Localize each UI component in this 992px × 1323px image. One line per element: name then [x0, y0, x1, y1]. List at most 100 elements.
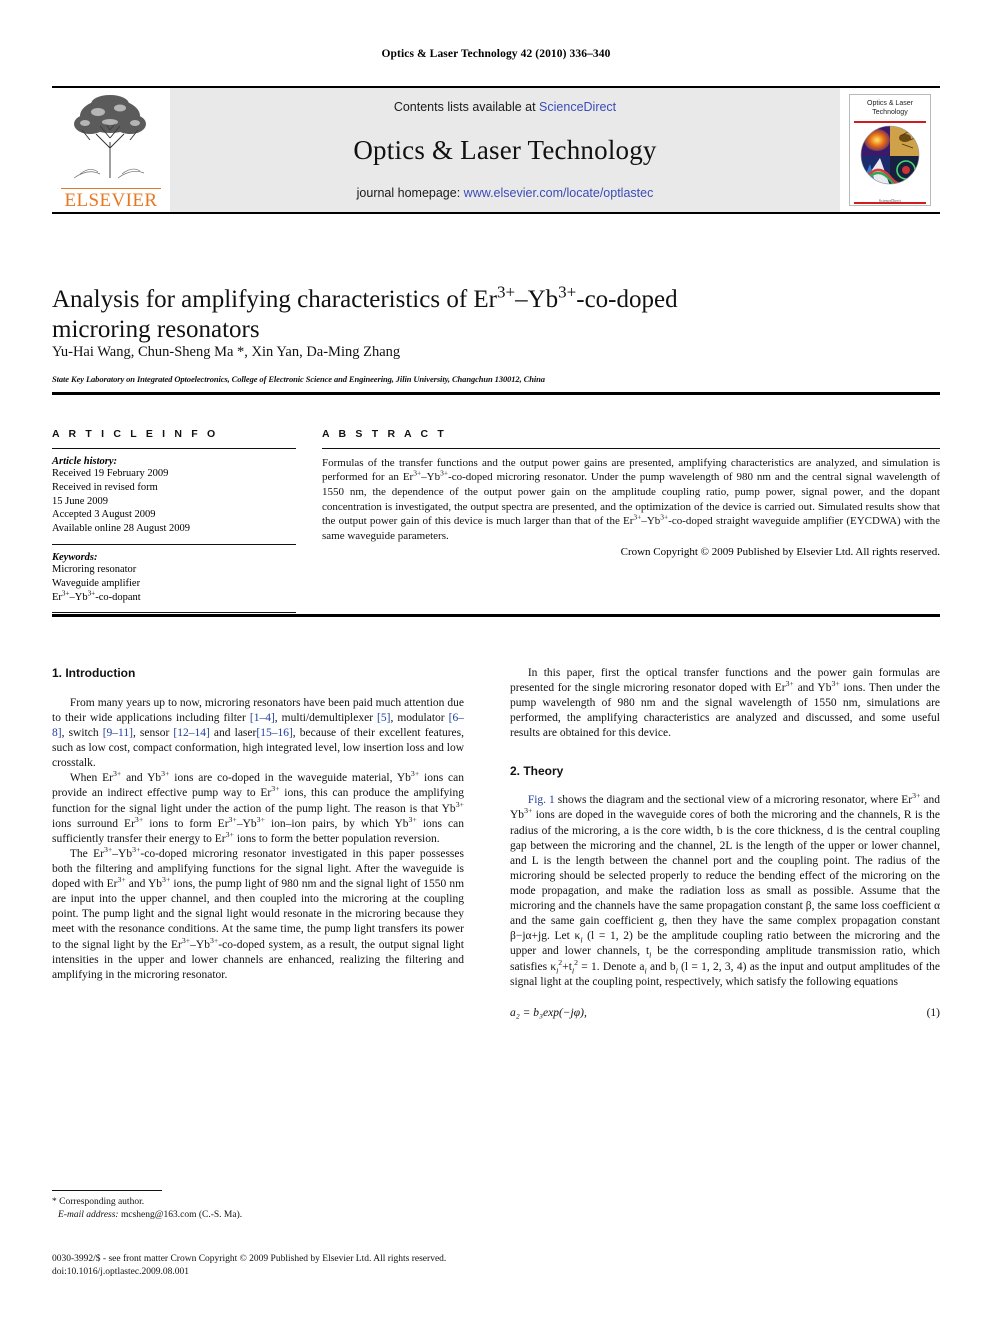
cover-rule-bottom — [854, 202, 926, 204]
title-line-2: microring resonators — [52, 316, 260, 344]
sub-l: l — [556, 965, 559, 975]
paper-page: Optics & Laser Technology 42 (2010) 336–… — [0, 0, 992, 1323]
tp1-h: and b — [646, 960, 676, 973]
page-title: Analysis for amplifying characteristics … — [52, 282, 752, 346]
intro-paragraph-2: When Er 3+ and Yb 3+ ions are co-doped in … — [52, 770, 464, 847]
elsevier-rule — [61, 188, 161, 189]
rule-below-affiliation — [52, 392, 940, 395]
section-heading-theory: 2. Theory — [510, 763, 564, 778]
citation-link[interactable]: [12–14] — [173, 727, 209, 739]
keywords-rule-top — [52, 544, 296, 545]
journal-homepage-line: journal homepage: www.elsevier.com/locat… — [357, 186, 654, 200]
p3-a: The Er — [69, 847, 104, 860]
theory-paragraph-1: Fig. 1 shows the diagram and the section… — [510, 792, 940, 989]
sup-3plus: 3+ — [225, 829, 234, 839]
history-item: Accepted 3 August 2009 — [52, 509, 156, 521]
keyword-item: Microring resonator — [52, 563, 137, 575]
p2-h: –Yb — [236, 817, 257, 830]
p3-d: and Yb — [125, 878, 163, 891]
journal-title: Optics & Laser Technology — [353, 134, 657, 165]
abstract-text: Formulas of the transfer functions and t… — [322, 456, 940, 544]
sub-l: l — [571, 965, 575, 975]
history-item: 15 June 2009 — [52, 495, 108, 507]
p2-f: ions surround Er — [52, 817, 135, 830]
elsevier-tree-icon — [73, 95, 146, 179]
homepage-prefix: journal homepage: — [356, 186, 464, 200]
p2-k: ions to form the better population rever… — [233, 832, 440, 845]
abstract-copyright: Crown Copyright © 2009 Published by Else… — [620, 545, 940, 558]
abstract-heading: A B S T R A C T — [322, 428, 447, 440]
article-info-heading: A R T I C L E I N F O — [52, 428, 219, 440]
sup-3plus: 3+ — [181, 935, 191, 945]
sup-3plus: 3+ — [785, 679, 794, 689]
sup-3plus: 3+ — [271, 784, 280, 794]
p1-c: , modulator — [390, 711, 449, 724]
cover-frame: Optics & Laser Technology ScienceDirect — [849, 94, 931, 206]
p1-d: , switch — [61, 726, 103, 739]
abs-sup-1: 3+ — [413, 468, 422, 478]
affiliation: State Key Laboratory on Integrated Optoe… — [52, 374, 545, 384]
sup-3plus: 3+ — [455, 799, 464, 809]
keyword-item: Er3+–Yb3+-co-dopant — [52, 589, 296, 605]
cover-artwork — [860, 125, 920, 184]
footnote-block: * Corresponding author. E-mail address: … — [52, 1190, 464, 1221]
imprint-block: 0030-3992/$ - see front matter Crown Cop… — [52, 1253, 692, 1280]
imprint-line-2: doi:10.1016/j.optlastec.2009.08.001 — [52, 1267, 189, 1278]
section-heading-introduction: 1. Introduction — [52, 666, 136, 680]
article-history-label: Article history: — [52, 455, 118, 467]
body-column-left: 1. Introduction From many years up to no… — [52, 666, 464, 983]
sup-3plus: 3+ — [117, 875, 126, 885]
equation-1: a₂ = b₃exp(−jφ), (1) — [510, 1006, 940, 1021]
email-address[interactable]: mcsheng@163.com (C.-S. Ma). — [119, 1210, 242, 1220]
abs-part-2: –Yb — [421, 471, 441, 484]
cover-title: Optics & Laser Technology — [867, 100, 913, 116]
contents-prefix: Contents lists available at — [393, 100, 540, 114]
intro-paragraph-1: From many years up to now, microring res… — [52, 696, 464, 772]
journal-cover-thumbnail: Optics & Laser Technology ScienceDirect — [840, 88, 940, 212]
sup-3plus: 3+ — [134, 814, 144, 824]
title-sup-yb: 3+ — [558, 282, 577, 302]
p1-e: , sensor — [132, 726, 174, 739]
abstract-column: A B S T R A C T Formulas of the transfer… — [322, 428, 940, 559]
figure-reference-link[interactable]: Fig. 1 — [528, 794, 555, 806]
keywords-label: Keywords: — [52, 551, 98, 563]
right-paragraph-1: In this paper, first the optical transfe… — [510, 666, 940, 742]
author-list: Yu-Hai Wang, Chun-Sheng Ma *, Xin Yan, D… — [52, 344, 401, 360]
p3-f: –Yb — [190, 938, 210, 951]
title-part-2: –Yb — [515, 285, 559, 313]
citation-link[interactable]: [1–4] — [250, 712, 275, 724]
title-part-1: Analysis for amplifying characteristics … — [52, 285, 497, 313]
history-item: Available online 28 August 2009 — [52, 523, 191, 535]
citation-link[interactable]: [5] — [377, 712, 390, 724]
email-note: E-mail address: mcsheng@163.com (C.-S. M… — [52, 1209, 464, 1222]
elsevier-wordmark: ELSEVIER — [64, 190, 158, 211]
tp1-a: shows the diagram and the sectional view… — [554, 794, 913, 807]
journal-homepage-link[interactable]: www.elsevier.com/locate/optlastec — [464, 186, 654, 200]
sciencedirect-link[interactable]: ScienceDirect — [539, 100, 616, 114]
footnote-rule — [52, 1190, 162, 1191]
journal-masthead: ELSEVIER Contents lists available at Sci… — [52, 86, 940, 214]
equation-1-number: (1) — [926, 1006, 940, 1019]
history-item: Received in revised form — [52, 481, 158, 493]
abs-part-4: –Yb — [641, 515, 661, 528]
article-info-column: A R T I C L E I N F O Article history: R… — [52, 428, 296, 620]
kw-part-2: –Yb — [69, 591, 88, 603]
article-info-rule — [52, 448, 296, 449]
email-label: E-mail address: — [58, 1209, 119, 1220]
p3-b: –Yb — [112, 847, 133, 860]
masthead-center: Contents lists available at ScienceDirec… — [170, 88, 840, 212]
corresponding-author-note: * Corresponding author. — [52, 1196, 145, 1207]
intro-paragraph-3: The Er3+–Yb3+-co-doped microring resonat… — [52, 846, 464, 983]
p1-b: , multi/demultiplexer — [274, 711, 378, 724]
running-head: Optics & Laser Technology 42 (2010) 336–… — [381, 48, 611, 60]
sup-3plus: 3+ — [256, 814, 265, 824]
abs-sup-2: 3+ — [440, 468, 449, 478]
elsevier-logo: ELSEVIER — [52, 88, 170, 212]
citation-link[interactable]: [15–16] — [256, 727, 292, 739]
citation-link[interactable]: [9–11] — [103, 727, 133, 739]
p2-g: ions to form Er — [143, 817, 229, 830]
kw-sup-1: 3+ — [61, 589, 70, 598]
rule-below-abstract — [52, 614, 940, 617]
history-item: Received 19 February 2009 — [52, 467, 169, 479]
equation-1-body: a₂ = b₃exp(−jφ), — [510, 1006, 587, 1019]
